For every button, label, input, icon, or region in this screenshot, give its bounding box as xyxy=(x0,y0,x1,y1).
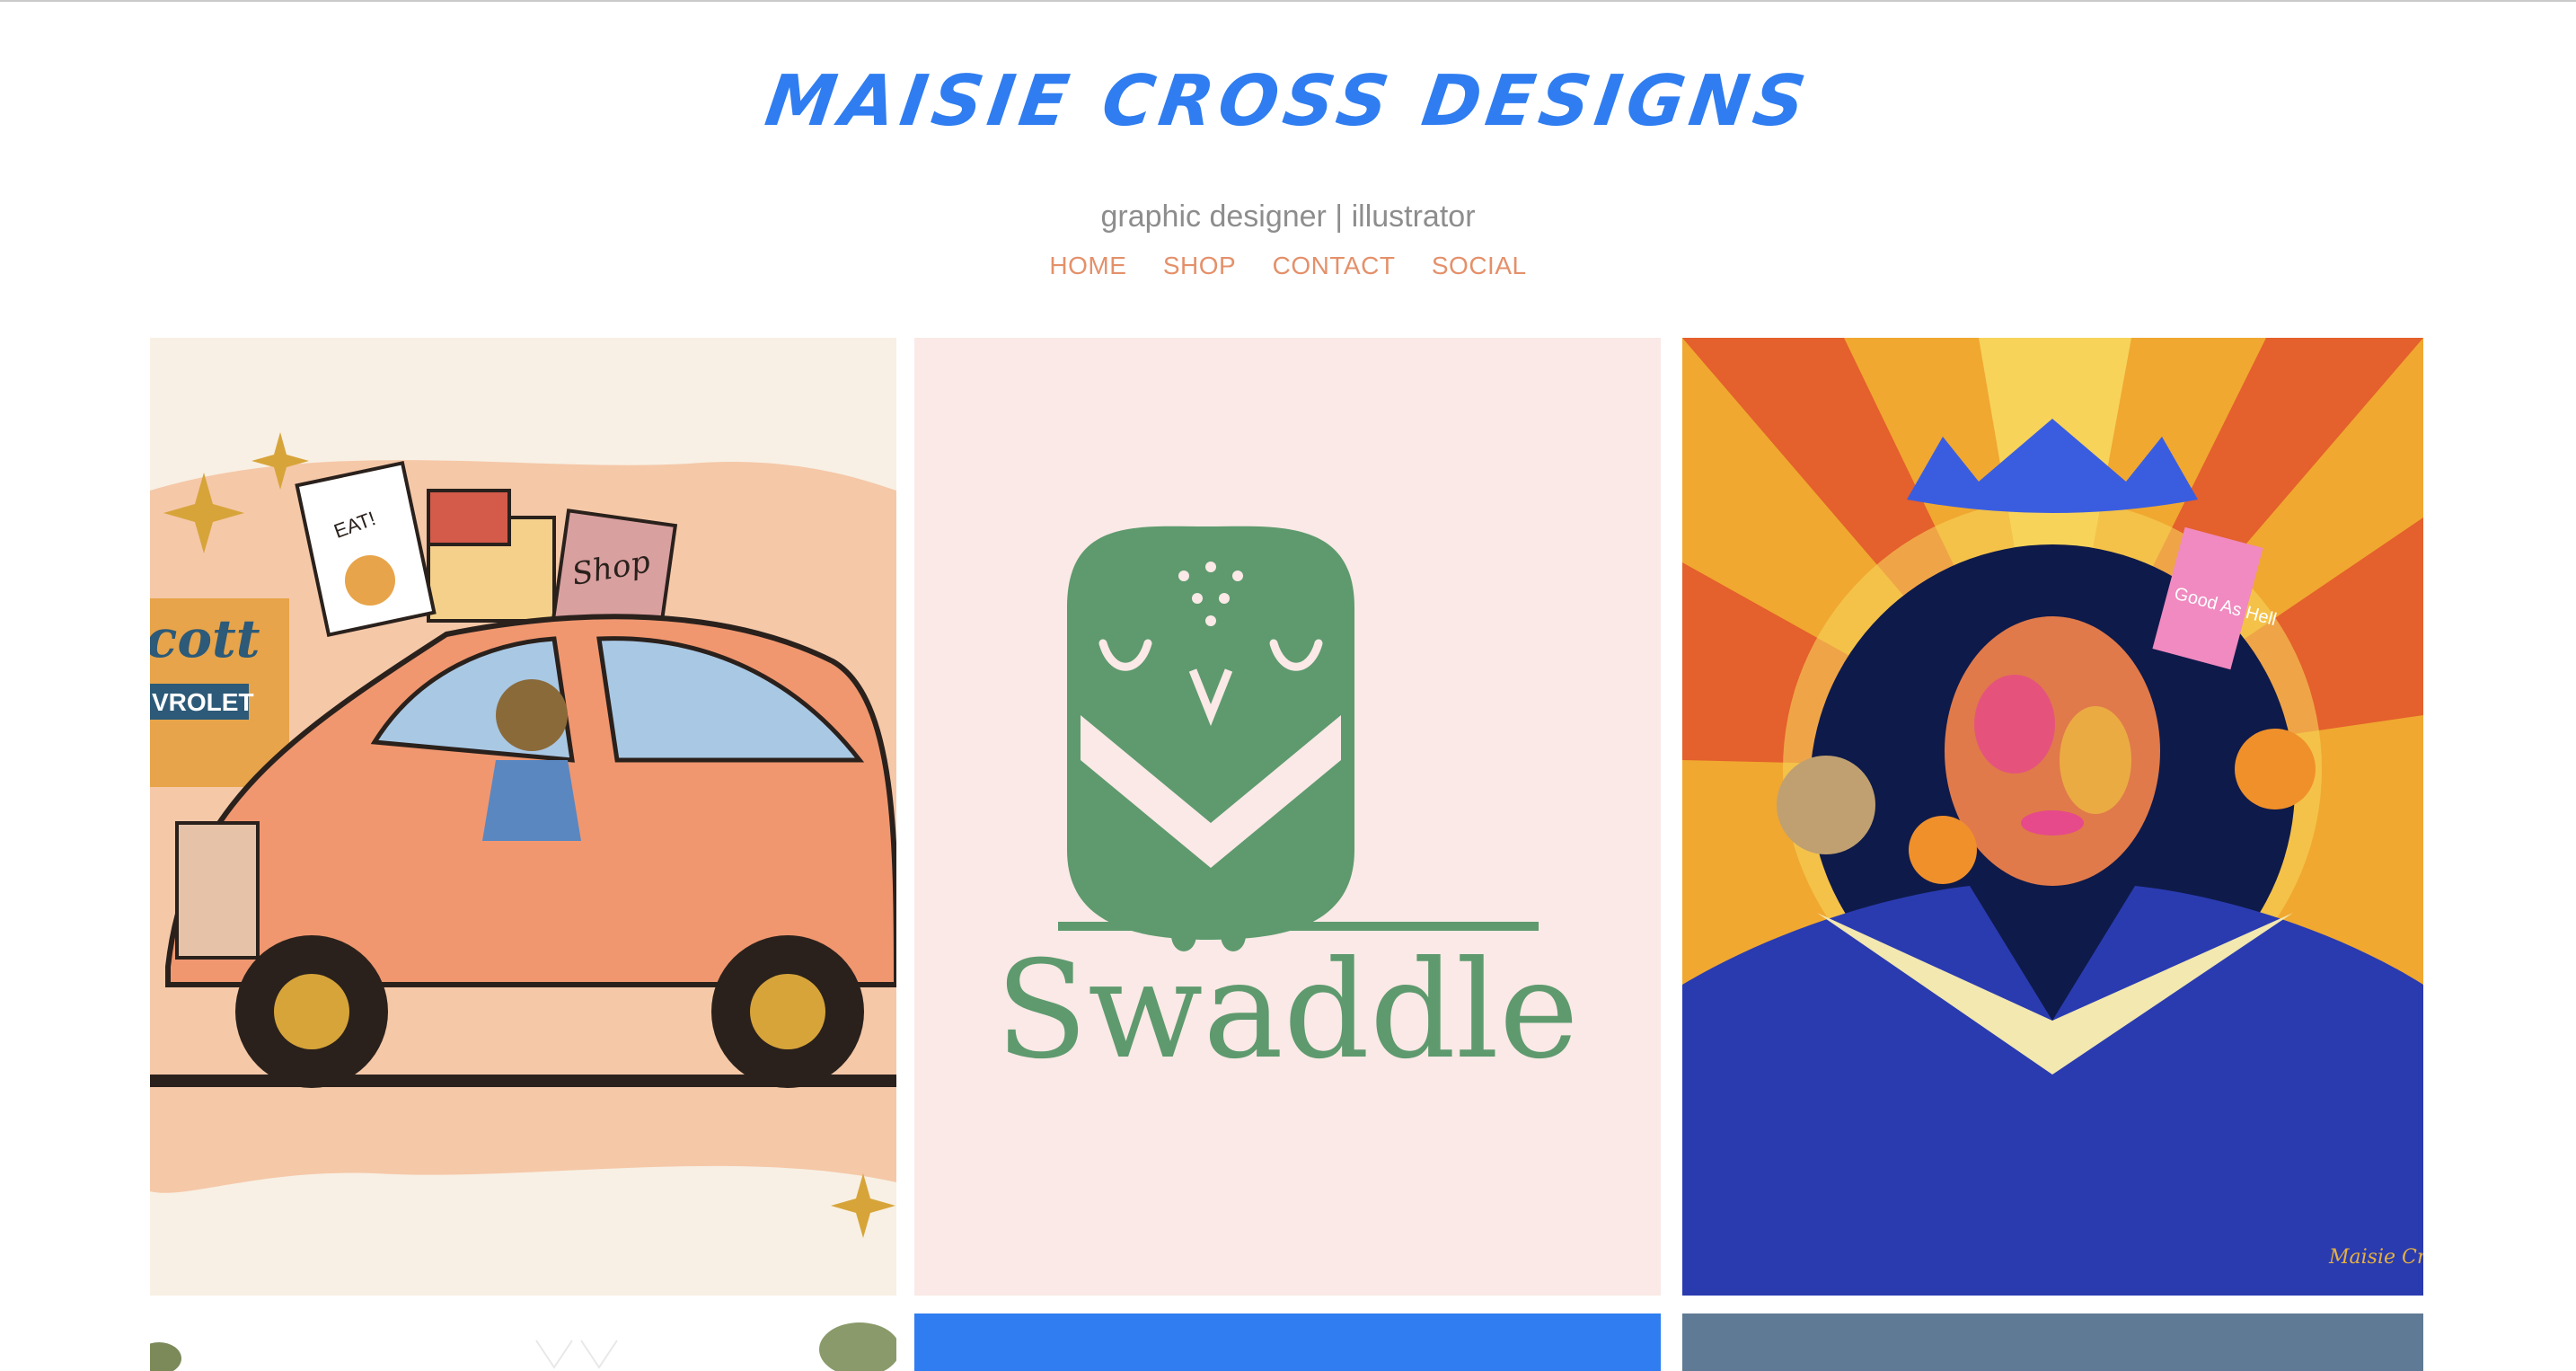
gallery-item-swaddle-logo[interactable]: Swaddle xyxy=(914,338,1661,1296)
nav-social-link[interactable]: SOCIAL xyxy=(1432,252,1527,280)
sign-text: cott xyxy=(150,608,260,669)
sign-sub-text: VROLET xyxy=(152,688,254,716)
gallery-item-row2-3[interactable] xyxy=(1682,1314,2423,1371)
gallery-image-row2-1 xyxy=(150,1314,896,1371)
site-logo[interactable]: MAISIE CROSS DESIGNS xyxy=(0,61,2576,142)
swaddle-logo-image: Swaddle xyxy=(914,338,1661,1296)
main-nav: HOME SHOP CONTACT SOCIAL xyxy=(0,252,2576,280)
swaddle-wordmark: Swaddle xyxy=(995,933,1578,1089)
gallery-item-row2-2[interactable] xyxy=(914,1314,1661,1371)
portrait-illustration-image: Good As Hell Maisie Cross xyxy=(1682,338,2423,1296)
site-tagline: graphic designer | illustrator xyxy=(1100,199,1476,234)
gallery-item-row2-1[interactable] xyxy=(150,1314,896,1371)
nav-shop-link[interactable]: SHOP xyxy=(1163,252,1236,280)
gallery-item-car-illustration[interactable]: cott VROLET EAT! Shop xyxy=(150,338,896,1296)
top-border xyxy=(0,0,2576,2)
nav-home-link[interactable]: HOME xyxy=(1049,252,1126,280)
car-illustration-image: cott VROLET EAT! Shop xyxy=(150,338,896,1296)
nav-contact-link[interactable]: CONTACT xyxy=(1273,252,1396,280)
gallery-item-portrait-illustration[interactable]: Good As Hell Maisie Cross xyxy=(1682,338,2423,1296)
artist-signature: Maisie Cross xyxy=(2328,1246,2423,1269)
